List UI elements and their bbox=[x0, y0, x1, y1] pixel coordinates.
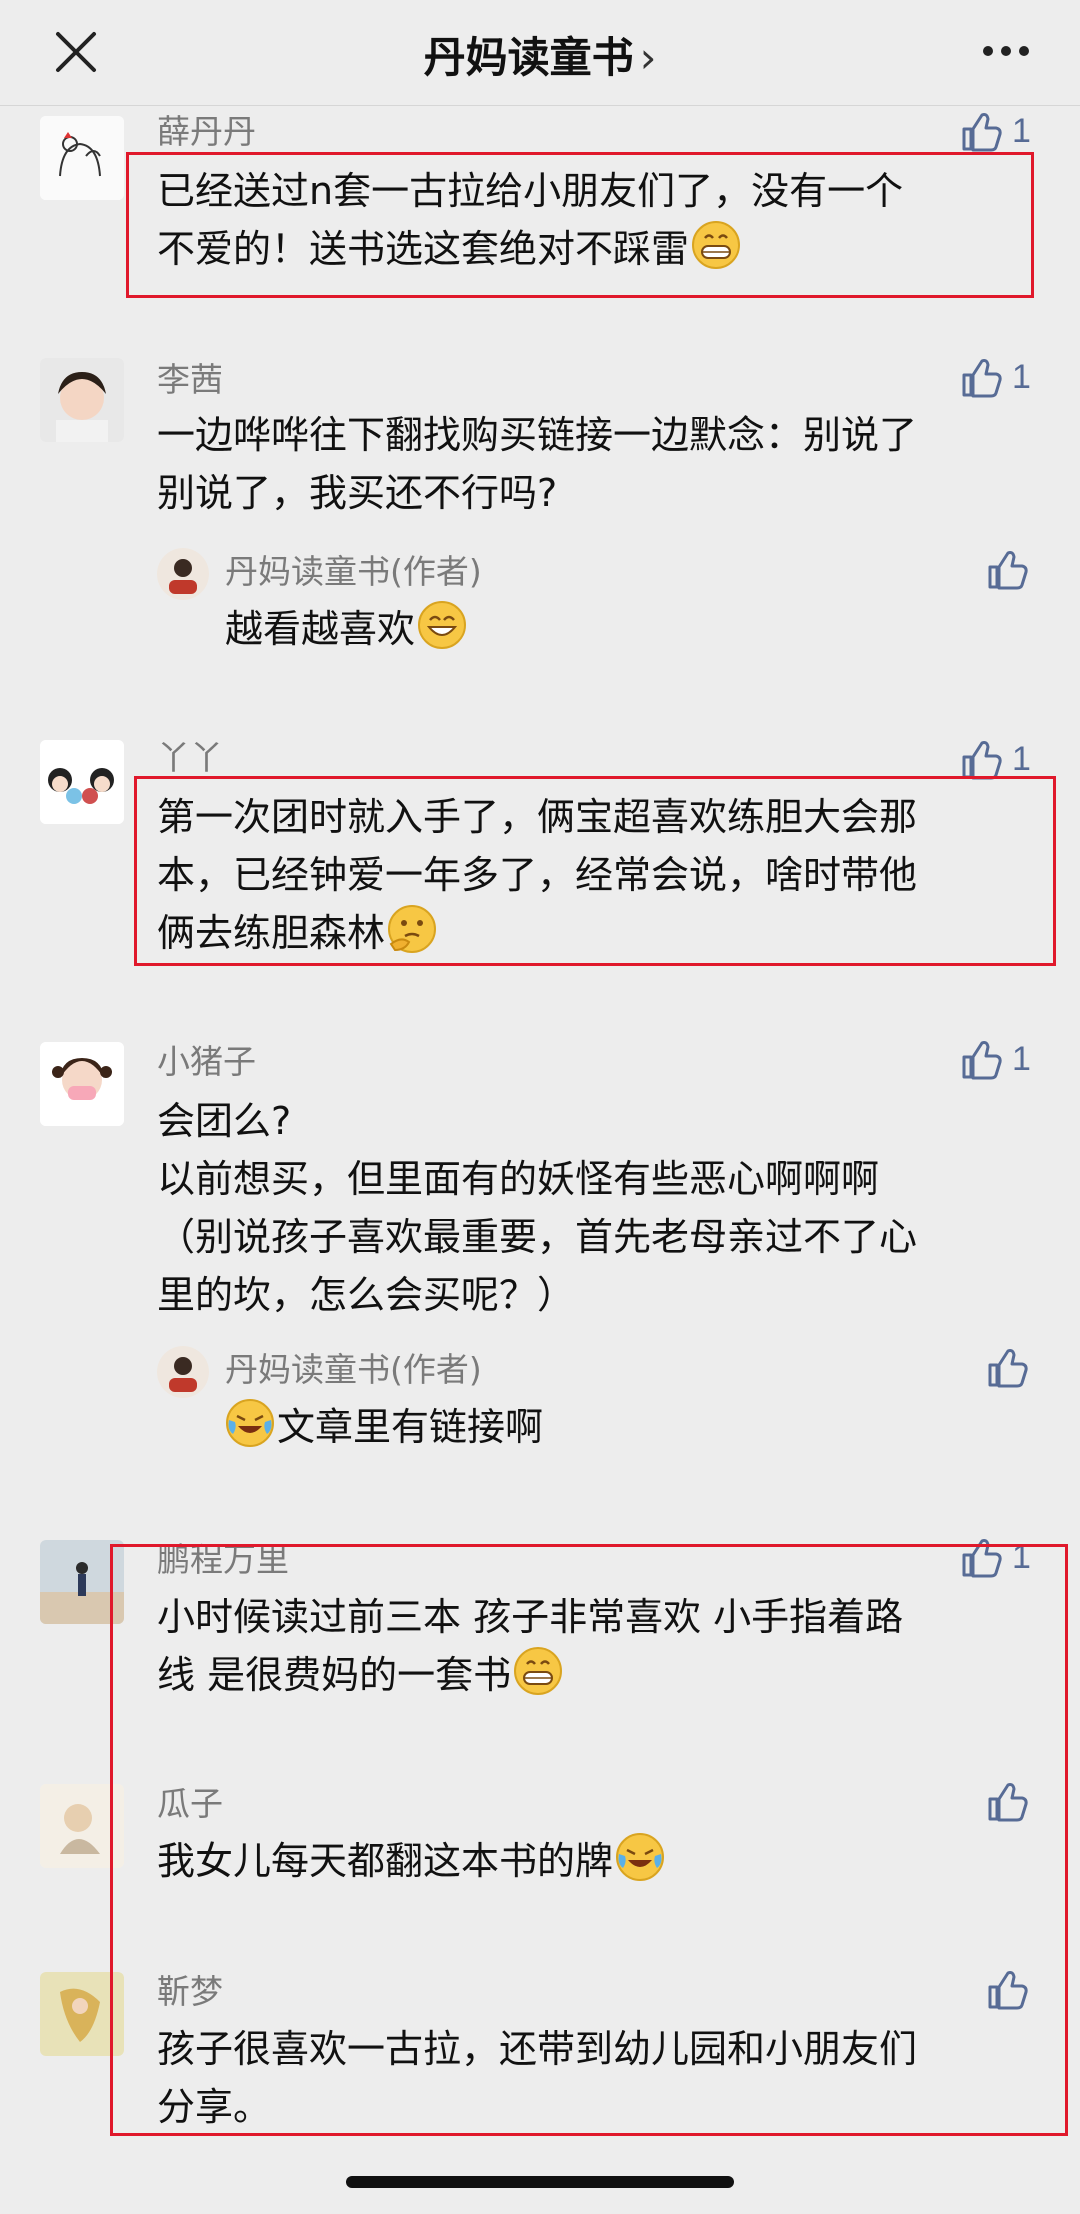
reply-author-name: 丹妈读童书(作者) bbox=[225, 552, 482, 591]
like-count: 1 bbox=[1012, 357, 1031, 396]
avatar-image bbox=[40, 1042, 124, 1126]
highlight-box bbox=[110, 1544, 1068, 2136]
page-title-link[interactable]: 丹妈读童书 › bbox=[0, 24, 1080, 85]
reply-avatar-image bbox=[157, 548, 209, 600]
avatar[interactable] bbox=[40, 358, 124, 442]
avatar[interactable] bbox=[40, 740, 124, 824]
reply-text: 越看越喜欢 bbox=[225, 600, 467, 658]
reply-like-button[interactable] bbox=[984, 1344, 1028, 1390]
avatar-image bbox=[40, 740, 124, 824]
commenter-name: 薛丹丹 bbox=[157, 112, 256, 151]
thumbs-up-icon bbox=[962, 741, 1002, 780]
comment-line: 别说了，我买还不行吗? bbox=[157, 471, 558, 515]
page-title: 丹妈读童书 bbox=[423, 33, 634, 82]
avatar-image bbox=[40, 116, 124, 200]
reply-author-name: 丹妈读童书(作者) bbox=[225, 1350, 482, 1389]
like-count: 1 bbox=[1012, 739, 1031, 778]
comment-line: 以前想买，但里面有的妖怪有些恶心啊啊啊 bbox=[157, 1157, 880, 1201]
reply-text-content: 越看越喜欢 bbox=[225, 607, 416, 651]
top-bar: 丹妈读童书 › bbox=[0, 0, 1080, 106]
cry-laugh-emoji-icon bbox=[226, 1399, 274, 1447]
reply-text-content: 文章里有链接啊 bbox=[277, 1405, 544, 1449]
like-button[interactable]: 1 bbox=[958, 108, 1031, 154]
home-indicator[interactable] bbox=[346, 2176, 734, 2188]
comment-text: 一边哗哗往下翻找购买链接一边默念：别说了 别说了，我买还不行吗? bbox=[157, 406, 917, 522]
commenter-name: 丫丫 bbox=[157, 738, 223, 777]
avatar-image bbox=[40, 358, 124, 442]
like-button[interactable]: 1 bbox=[958, 1036, 1031, 1082]
thumbs-up-icon bbox=[962, 1041, 1002, 1080]
avatar[interactable] bbox=[40, 116, 124, 200]
comment-text: 会团么? 以前想买，但里面有的妖怪有些恶心啊啊啊 （别说孩子喜欢最重要，首先老母… bbox=[157, 1092, 917, 1324]
comment-line: 会团么? bbox=[157, 1099, 292, 1143]
chevron-right-icon: › bbox=[639, 33, 657, 82]
reply-like-button[interactable] bbox=[984, 546, 1028, 592]
thumbs-up-icon bbox=[988, 551, 1028, 590]
smile-emoji-icon bbox=[418, 601, 467, 649]
like-count: 1 bbox=[1012, 111, 1031, 150]
thumbs-up-icon bbox=[988, 1349, 1028, 1388]
commenter-name: 小猪子 bbox=[157, 1042, 256, 1081]
more-button[interactable] bbox=[980, 38, 1032, 64]
thumbs-up-icon bbox=[962, 359, 1002, 398]
like-button[interactable]: 1 bbox=[958, 354, 1031, 400]
like-count: 1 bbox=[1012, 1039, 1031, 1078]
reply-avatar[interactable] bbox=[157, 1346, 209, 1398]
commenter-name: 李茜 bbox=[157, 360, 223, 399]
highlight-box bbox=[126, 152, 1034, 298]
reply-avatar-image bbox=[157, 1346, 209, 1398]
reply-avatar[interactable] bbox=[157, 548, 209, 600]
comment-line: 一边哗哗往下翻找购买链接一边默念：别说了 bbox=[157, 413, 918, 457]
avatar[interactable] bbox=[40, 1042, 124, 1126]
thumbs-up-icon bbox=[962, 113, 1002, 152]
highlight-box bbox=[134, 776, 1056, 966]
more-icon bbox=[983, 46, 1029, 56]
comment-line: （别说孩子喜欢最重要，首先老母亲过不了心 bbox=[157, 1215, 918, 1259]
reply-text: 文章里有链接啊 bbox=[225, 1398, 543, 1456]
comment-line: 里的坎，怎么会买呢？） bbox=[157, 1273, 576, 1317]
